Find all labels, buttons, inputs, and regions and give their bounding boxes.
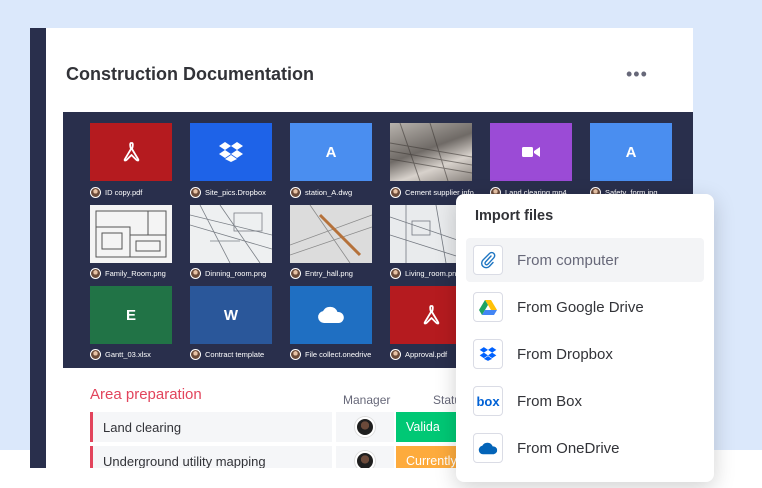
dropbox-icon xyxy=(473,339,503,369)
option-label: From Google Drive xyxy=(517,298,644,316)
dwg-file-tile[interactable]: A xyxy=(290,123,372,181)
file-caption: Contract template xyxy=(190,347,264,361)
word-file-tile[interactable]: W xyxy=(190,286,272,344)
doc-letter-icon: A xyxy=(325,143,337,161)
excel-file-tile[interactable]: E xyxy=(90,286,172,344)
left-sidebar-strip xyxy=(30,28,46,468)
doc-letter-icon: A xyxy=(625,143,637,161)
blueprint-thumbnail[interactable] xyxy=(190,205,272,263)
word-icon: W xyxy=(223,306,239,324)
avatar xyxy=(90,186,101,198)
more-options-button[interactable]: ••• xyxy=(626,64,648,85)
file-name: Family_Room.png xyxy=(105,268,166,278)
floorplan-thumbnail[interactable] xyxy=(90,205,172,263)
avatar xyxy=(190,267,201,279)
file-caption: Dinning_room.png xyxy=(190,266,266,280)
avatar xyxy=(390,267,401,279)
pdf-file-tile[interactable] xyxy=(90,123,172,181)
status-cell[interactable]: Valida xyxy=(396,412,456,442)
file-caption: Gantt_03.xlsx xyxy=(90,347,151,361)
avatar xyxy=(290,267,301,279)
google-drive-icon xyxy=(473,292,503,322)
table-row[interactable]: Underground utility mapping xyxy=(90,446,332,468)
file-name: Approval.pdf xyxy=(405,349,448,359)
file-name: Site_pics.Dropbox xyxy=(205,187,266,197)
option-label: From Box xyxy=(517,392,583,410)
import-from-dropbox-option[interactable]: From Dropbox xyxy=(466,332,704,376)
onedrive-icon xyxy=(473,433,503,463)
import-from-google-drive-option[interactable]: From Google Drive xyxy=(466,285,704,329)
excel-icon: E xyxy=(125,306,136,324)
avatar xyxy=(390,186,401,198)
video-camera-icon xyxy=(522,146,540,158)
file-caption: station_A.dwg xyxy=(290,185,352,199)
table-row[interactable]: Land clearing xyxy=(90,412,332,442)
option-label: From Dropbox xyxy=(517,345,613,363)
pdf-icon xyxy=(419,303,443,327)
video-file-tile[interactable] xyxy=(490,123,572,181)
column-header-manager: Manager xyxy=(343,393,391,407)
manager-cell[interactable] xyxy=(336,446,394,468)
pdf-icon xyxy=(119,140,143,164)
row-name: Land clearing xyxy=(103,419,182,435)
file-name: Living_room.png xyxy=(405,268,461,278)
file-name: Gantt_03.xlsx xyxy=(105,349,151,359)
box-icon: box xyxy=(473,386,503,416)
drafting-thumbnail[interactable] xyxy=(290,205,372,263)
file-name: Dinning_room.png xyxy=(205,268,267,278)
import-from-computer-option[interactable]: From computer xyxy=(466,238,704,282)
file-caption: Approval.pdf xyxy=(390,347,447,361)
file-name: File collect.onedrive xyxy=(305,349,372,359)
avatar xyxy=(190,348,201,360)
import-from-onedrive-option[interactable]: From OneDrive xyxy=(466,426,704,470)
file-caption: Family_Room.png xyxy=(90,266,166,280)
avatar xyxy=(90,267,101,279)
avatar xyxy=(390,348,401,360)
file-caption: File collect.onedrive xyxy=(290,347,371,361)
status-cell[interactable]: Currently xyxy=(396,446,456,468)
box-logo-text: box xyxy=(476,393,500,409)
popup-title: Import files xyxy=(475,208,554,224)
paperclip-icon xyxy=(473,245,503,275)
photo-thumbnail[interactable] xyxy=(390,123,472,181)
manager-cell[interactable] xyxy=(336,412,394,442)
jpg-file-tile[interactable]: A xyxy=(590,123,672,181)
file-name: Entry_hall.png xyxy=(305,268,353,278)
avatar xyxy=(190,186,201,198)
file-name: ID copy.pdf xyxy=(105,187,143,197)
avatar xyxy=(90,348,101,360)
avatar xyxy=(355,451,375,468)
import-from-box-option[interactable]: box From Box xyxy=(466,379,704,423)
import-files-popup: Import files From computer From Google D… xyxy=(456,194,714,482)
onedrive-file-tile[interactable] xyxy=(290,286,372,344)
dropbox-icon xyxy=(218,141,244,163)
file-name: station_A.dwg xyxy=(305,187,353,197)
file-caption: ID copy.pdf xyxy=(90,185,142,199)
avatar xyxy=(355,417,375,437)
file-name: Contract template xyxy=(205,349,265,359)
file-caption: Entry_hall.png xyxy=(290,266,353,280)
file-caption: Site_pics.Dropbox xyxy=(190,185,266,199)
option-label: From OneDrive xyxy=(517,439,620,457)
row-name: Underground utility mapping xyxy=(103,453,266,469)
board-title: Construction Documentation xyxy=(66,64,314,84)
onedrive-icon xyxy=(317,306,345,324)
file-caption: Living_room.png xyxy=(390,266,460,280)
avatar xyxy=(290,186,301,198)
option-label: From computer xyxy=(517,251,619,269)
dropbox-file-tile[interactable] xyxy=(190,123,272,181)
avatar xyxy=(290,348,301,360)
group-title: Area preparation xyxy=(90,386,202,403)
